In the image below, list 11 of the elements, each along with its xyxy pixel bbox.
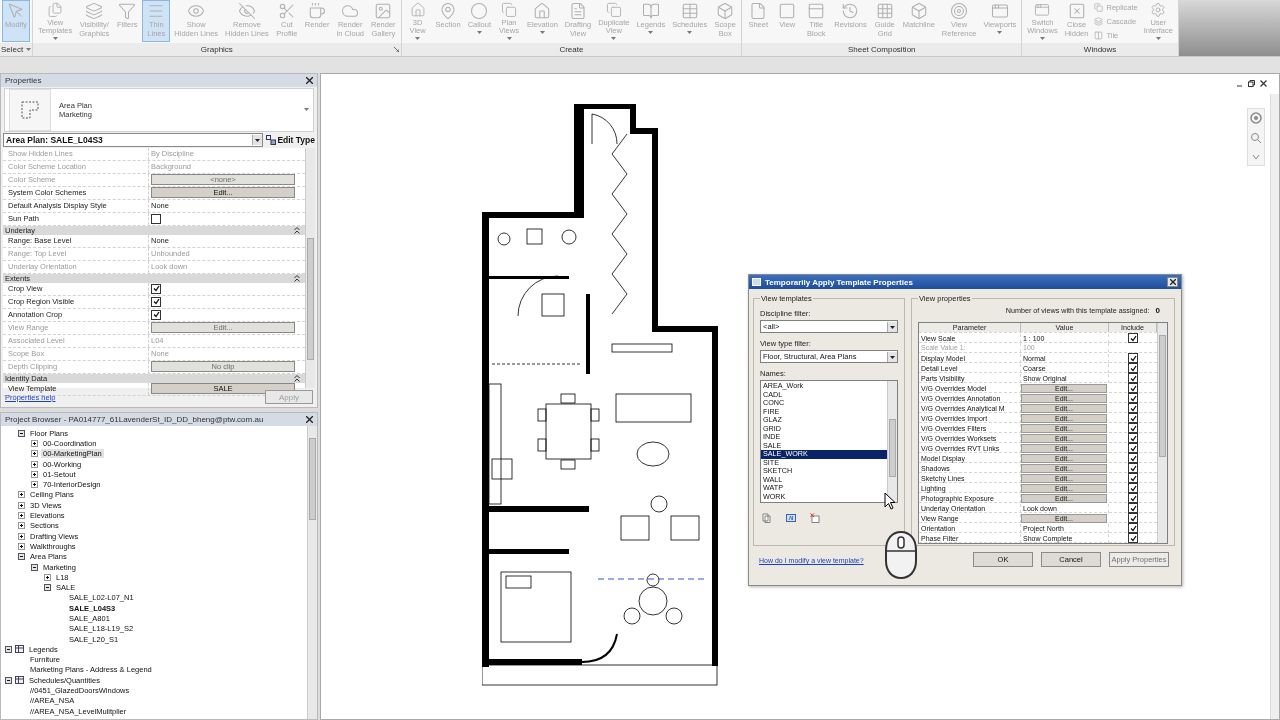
ribbon-panel-title: Create	[559, 45, 584, 54]
ribbon-panel-title: Windows	[1083, 45, 1117, 54]
panel-title: Project Browser - PA014777_61LavenderSt_ID_DD_bheng@ptw.com.au	[5, 415, 264, 424]
dialog-title: Temporarily Apply Template Properties	[765, 277, 914, 287]
panel-title: Properties	[5, 75, 42, 85]
ribbon-panel-title: Sheet Composition	[847, 45, 916, 54]
ribbon-panel-title: Select	[0, 45, 24, 54]
edit-type-button[interactable]: Edit Type	[266, 135, 315, 146]
count-value: 0	[1155, 306, 1160, 315]
instance-selector[interactable]: Area Plan: SALE_L04S3	[3, 133, 264, 148]
ribbon-panel-title: Graphics	[200, 45, 233, 54]
